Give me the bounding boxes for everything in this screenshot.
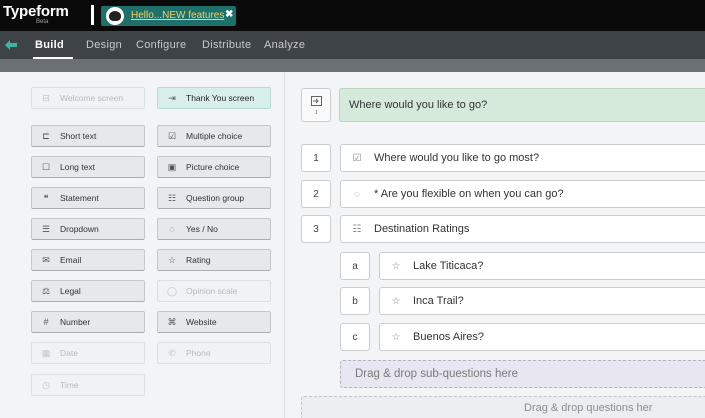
date-icon: ▦: [41, 348, 51, 358]
tab-build[interactable]: Build: [35, 39, 64, 51]
question-types-panel: [0, 72, 285, 418]
sub-question-card[interactable]: ☆ Buenos Aires?: [379, 323, 705, 351]
multiple-choice-icon: ☑: [167, 131, 177, 141]
form-tab-label[interactable]: Hello...NEW features: [131, 10, 224, 21]
sub-question-letter: a: [340, 252, 370, 280]
qtype-number[interactable]: # Number: [31, 311, 145, 333]
yes-no-icon: ◌: [169, 224, 175, 234]
yes-no-icon: ◌: [354, 188, 360, 200]
long-text-icon: ☐: [41, 162, 51, 172]
form-avatar-icon: [106, 7, 124, 25]
qtype-short-text[interactable]: ⊏ Short text: [31, 125, 145, 147]
qtype-long-text[interactable]: ☐ Long text: [31, 156, 145, 178]
picture-choice-icon: ▣: [167, 162, 177, 172]
tab-configure[interactable]: Configure: [136, 39, 186, 51]
sub-question-drop-zone[interactable]: Drag & drop sub-questions here: [340, 360, 705, 388]
qtype-statement[interactable]: ❝ Statement: [31, 187, 145, 209]
close-icon[interactable]: ✖: [225, 9, 233, 20]
short-text-icon: ⊏: [42, 131, 50, 141]
qtype-email[interactable]: ✉ Email: [31, 249, 145, 271]
question-text: Destination Ratings: [374, 223, 470, 235]
qtype-question-group[interactable]: ☷ Question group: [157, 187, 271, 209]
qtype-yes-no[interactable]: ◌ Yes / No: [157, 218, 271, 240]
sub-question-letter: b: [340, 287, 370, 315]
qtype-phone[interactable]: ✆ Phone: [157, 342, 271, 364]
question-number: 2: [301, 180, 331, 208]
qtype-legal[interactable]: ⚖ Legal: [31, 280, 145, 302]
qtype-multiple-choice[interactable]: ☑ Multiple choice: [157, 125, 271, 147]
qtype-rating[interactable]: ☆ Rating: [157, 249, 271, 271]
typeform-logo[interactable]: Typeform: [3, 3, 69, 20]
qtype-date[interactable]: ▦ Date: [31, 342, 145, 364]
qtype-opinion-scale[interactable]: ◯ Opinion scale: [157, 280, 271, 302]
tab-design[interactable]: Design: [86, 39, 122, 51]
qtype-picture-choice[interactable]: ▣ Picture choice: [157, 156, 271, 178]
phone-icon: ✆: [168, 348, 176, 358]
statement-icon: ❝: [43, 193, 49, 203]
question-group-icon: ☷: [352, 223, 362, 235]
qtype-welcome-screen[interactable]: ⊟ Welcome screen: [31, 87, 145, 109]
sub-question-card[interactable]: ☆ Lake Titicaca?: [379, 252, 705, 280]
main-nav: Build Design Configure Distribute Analyz…: [0, 31, 705, 59]
welcome-number: 1: [315, 110, 318, 116]
question-group-icon: ☷: [167, 193, 177, 203]
top-bar: Typeform Beta Hello...NEW features ✖: [0, 0, 705, 31]
sub-question-card[interactable]: ☆ Inca Trail?: [379, 287, 705, 315]
welcome-screen-text: Where would you like to go?: [349, 99, 488, 111]
question-text: Where would you like to go most?: [374, 152, 540, 164]
website-icon: ⌘: [167, 317, 177, 327]
time-icon: ◷: [42, 380, 50, 390]
number-icon: #: [43, 317, 49, 327]
thank-you-icon: ⇥: [168, 93, 176, 103]
email-icon: ✉: [42, 255, 50, 265]
opinion-scale-icon: ◯: [166, 286, 178, 296]
sub-question-text: Buenos Aires?: [413, 331, 484, 343]
tab-distribute[interactable]: Distribute: [202, 39, 251, 51]
question-card[interactable]: ☷ Destination Ratings: [340, 215, 705, 243]
qtype-thank-you-screen[interactable]: ⇥ Thank You screen: [157, 87, 271, 109]
dropdown-icon: ☰: [41, 224, 51, 234]
rating-icon: ☆: [391, 331, 401, 343]
back-arrow-icon[interactable]: [5, 39, 17, 51]
rating-icon: ☆: [391, 295, 401, 307]
qtype-dropdown[interactable]: ☰ Dropdown: [31, 218, 145, 240]
welcome-icon: ⊟: [42, 93, 50, 103]
sub-question-text: Inca Trail?: [413, 295, 464, 307]
question-text: * Are you flexible on when you can go?: [374, 188, 564, 200]
question-number: 3: [301, 215, 331, 243]
question-card[interactable]: ◌ * Are you flexible on when you can go?: [340, 180, 705, 208]
qtype-time[interactable]: ◷ Time: [31, 374, 145, 396]
form-tab[interactable]: Hello...NEW features ✖: [101, 6, 236, 26]
legal-icon: ⚖: [41, 286, 51, 296]
qtype-website[interactable]: ⌘ Website: [157, 311, 271, 333]
sub-toolbar: [0, 59, 705, 72]
question-number: 1: [301, 144, 331, 172]
top-divider: [91, 5, 94, 25]
beta-badge: Beta: [36, 19, 49, 25]
question-drop-zone[interactable]: Drag & drop questions her: [301, 396, 705, 418]
sub-question-text: Lake Titicaca?: [413, 260, 484, 272]
rating-icon: ☆: [391, 260, 401, 272]
tab-analyze[interactable]: Analyze: [264, 39, 305, 51]
question-card[interactable]: ☑ Where would you like to go most?: [340, 144, 705, 172]
rating-icon: ☆: [167, 255, 177, 265]
multiple-choice-icon: ☑: [352, 152, 362, 164]
welcome-screen-card[interactable]: Where would you like to go?: [339, 88, 705, 122]
welcome-screen-marker[interactable]: 1: [301, 88, 331, 122]
sub-question-letter: c: [340, 323, 370, 351]
welcome-icon: [311, 96, 322, 106]
